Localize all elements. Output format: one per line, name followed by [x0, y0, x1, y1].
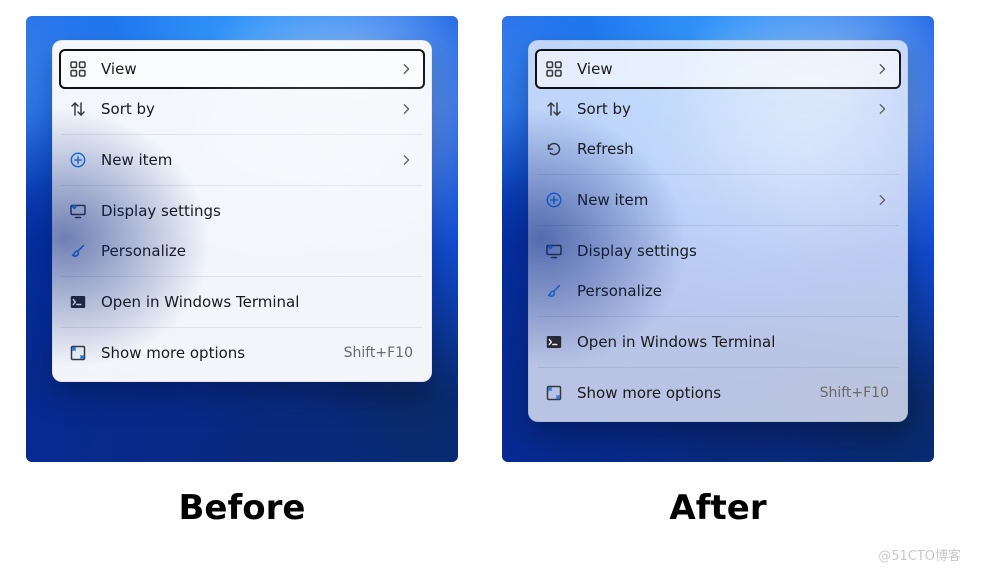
- menu-group: Open in Windows Terminal: [59, 280, 425, 324]
- menu-item-label: Display settings: [101, 202, 413, 220]
- after-wallpaper: View Sort by Refresh New item Display settin…: [502, 16, 934, 462]
- menu-item-sortby[interactable]: Sort by: [535, 89, 901, 129]
- menu-item-more[interactable]: Show more options Shift+F10: [59, 333, 425, 373]
- menu-item-view[interactable]: View: [535, 49, 901, 89]
- menu-separator: [61, 185, 423, 186]
- menu-group: Display settings Personalize: [59, 189, 425, 273]
- menu-item-newitem[interactable]: New item: [535, 180, 901, 220]
- menu-item-label: Sort by: [577, 100, 861, 118]
- menu-item-label: View: [577, 60, 861, 78]
- before-column: View Sort by New item Display settings Perso…: [26, 16, 458, 528]
- menu-group: Show more options Shift+F10: [535, 371, 901, 415]
- menu-separator: [537, 367, 899, 368]
- after-caption: After: [669, 488, 766, 528]
- menu-item-label: New item: [101, 151, 385, 169]
- plus-circle-icon: [69, 151, 87, 169]
- menu-item-label: Show more options: [577, 384, 806, 402]
- menu-group: View Sort by Refresh: [535, 47, 901, 171]
- menu-item-refresh[interactable]: Refresh: [535, 129, 901, 169]
- menu-item-terminal[interactable]: Open in Windows Terminal: [535, 322, 901, 362]
- terminal-icon: [545, 333, 563, 351]
- brush-icon: [69, 242, 87, 260]
- brush-icon: [545, 282, 563, 300]
- sort-icon: [69, 100, 87, 118]
- expand-icon: [69, 344, 87, 362]
- menu-group: New item: [59, 138, 425, 182]
- after-column: View Sort by Refresh New item Display settin…: [502, 16, 934, 528]
- menu-item-label: Open in Windows Terminal: [577, 333, 889, 351]
- menu-group: View Sort by: [59, 47, 425, 131]
- menu-item-label: Sort by: [101, 100, 385, 118]
- menu-item-display[interactable]: Display settings: [59, 191, 425, 231]
- menu-item-more[interactable]: Show more options Shift+F10: [535, 373, 901, 413]
- menu-item-personal[interactable]: Personalize: [535, 271, 901, 311]
- grid-icon: [69, 60, 87, 78]
- menu-group: New item: [535, 178, 901, 222]
- terminal-icon: [69, 293, 87, 311]
- menu-separator: [537, 316, 899, 317]
- expand-icon: [545, 384, 563, 402]
- menu-item-label: Display settings: [577, 242, 889, 260]
- menu-item-label: Personalize: [577, 282, 889, 300]
- display-gear-icon: [69, 202, 87, 220]
- menu-separator: [61, 327, 423, 328]
- menu-item-label: Show more options: [101, 344, 330, 362]
- menu-separator: [61, 134, 423, 135]
- menu-item-newitem[interactable]: New item: [59, 140, 425, 180]
- menu-separator: [61, 276, 423, 277]
- menu-item-label: View: [101, 60, 385, 78]
- context-menu-before: View Sort by New item Display settings Perso…: [52, 40, 432, 382]
- context-menu-after: View Sort by Refresh New item Display settin…: [528, 40, 908, 422]
- grid-icon: [545, 60, 563, 78]
- menu-item-label: Open in Windows Terminal: [101, 293, 413, 311]
- refresh-icon: [545, 140, 563, 158]
- menu-separator: [537, 225, 899, 226]
- menu-item-display[interactable]: Display settings: [535, 231, 901, 271]
- menu-item-personal[interactable]: Personalize: [59, 231, 425, 271]
- chevron-right-icon: [875, 63, 889, 75]
- plus-circle-icon: [545, 191, 563, 209]
- chevron-right-icon: [875, 194, 889, 206]
- menu-group: Display settings Personalize: [535, 229, 901, 313]
- before-caption: Before: [179, 488, 306, 528]
- chevron-right-icon: [875, 103, 889, 115]
- display-gear-icon: [545, 242, 563, 260]
- chevron-right-icon: [399, 154, 413, 166]
- menu-item-terminal[interactable]: Open in Windows Terminal: [59, 282, 425, 322]
- menu-item-sortby[interactable]: Sort by: [59, 89, 425, 129]
- before-wallpaper: View Sort by New item Display settings Perso…: [26, 16, 458, 462]
- menu-separator: [537, 174, 899, 175]
- menu-item-view[interactable]: View: [59, 49, 425, 89]
- sort-icon: [545, 100, 563, 118]
- menu-item-label: New item: [577, 191, 861, 209]
- chevron-right-icon: [399, 103, 413, 115]
- menu-group: Show more options Shift+F10: [59, 331, 425, 375]
- chevron-right-icon: [399, 63, 413, 75]
- menu-item-label: Personalize: [101, 242, 413, 260]
- menu-group: Open in Windows Terminal: [535, 320, 901, 364]
- comparison-stage: View Sort by New item Display settings Perso…: [0, 0, 983, 528]
- watermark: @51CTO博客: [878, 545, 961, 564]
- menu-item-shortcut: Shift+F10: [344, 345, 413, 361]
- menu-item-label: Refresh: [577, 140, 889, 158]
- menu-item-shortcut: Shift+F10: [820, 385, 889, 401]
